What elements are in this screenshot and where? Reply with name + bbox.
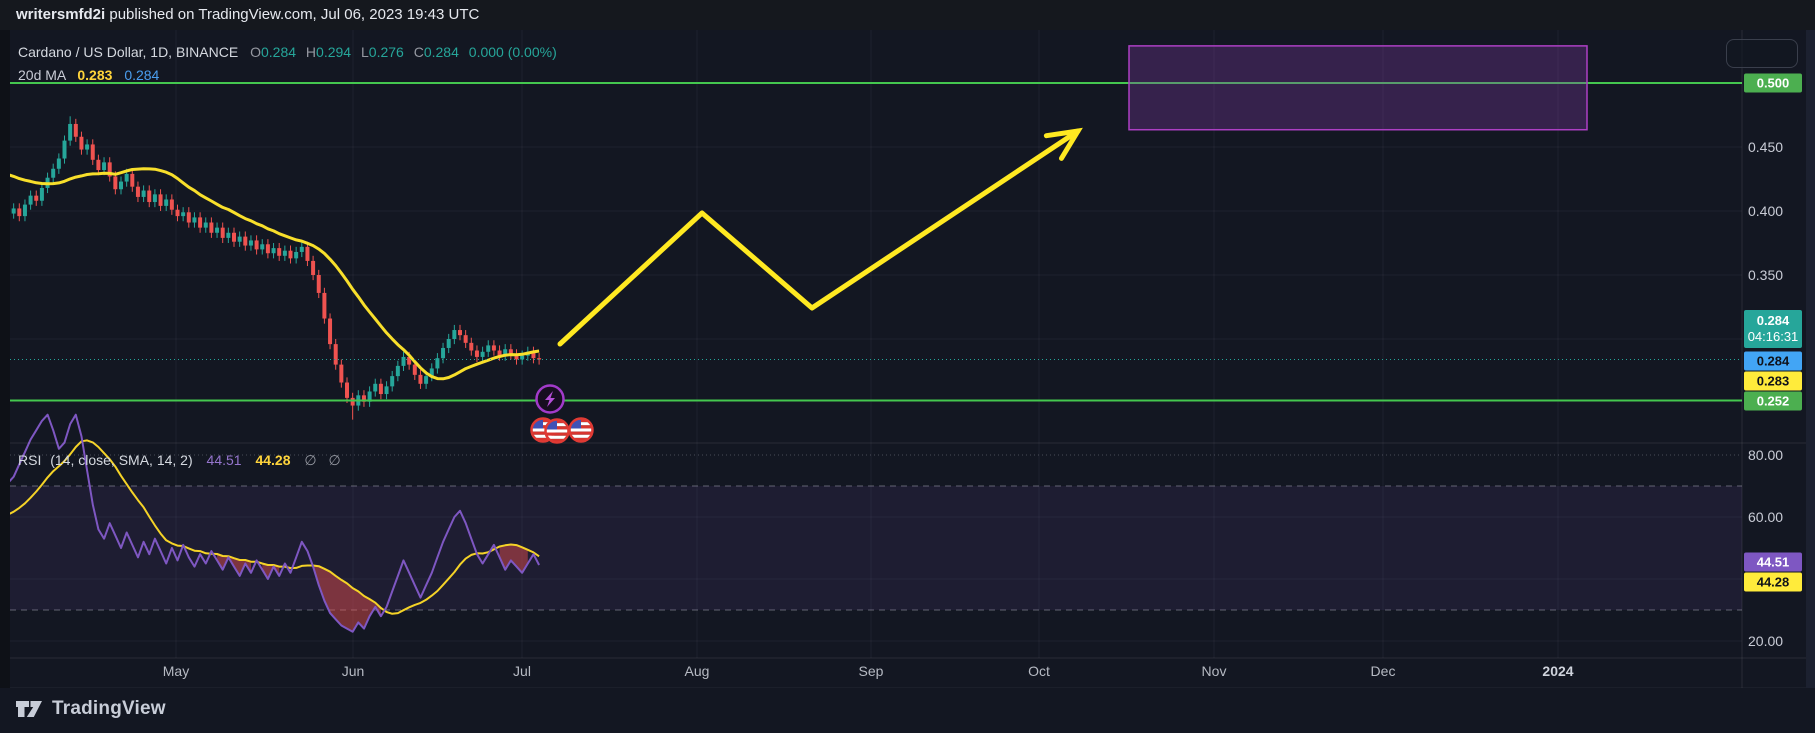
tradingview-snapshot: writersmfd2i published on TradingView.co… [0, 0, 1815, 733]
time-tick-Nov: Nov [1202, 663, 1227, 679]
price-label-0.283[interactable]: 0.283 [1744, 372, 1802, 391]
candles [6, 116, 541, 419]
rsi-empty-1: ∅ [304, 452, 316, 468]
chart-left-gutter [0, 30, 10, 688]
ma-value-1: 0.283 [77, 67, 112, 83]
close-value: 0.284 [424, 44, 459, 60]
time-tick-Jun: Jun [342, 663, 365, 679]
close-label: C [414, 44, 424, 60]
lightning-marker-icon[interactable] [537, 386, 564, 413]
rsi-legend[interactable]: RSI (14, close, SMA, 14, 2) 44.51 44.28 … [18, 452, 341, 469]
footer-bar: TradingView [0, 688, 1815, 733]
low-value: 0.276 [369, 44, 404, 60]
symbol-legend[interactable]: Cardano / US Dollar, 1D, BINANCE O0.284 … [18, 44, 557, 60]
tradingview-logo-link[interactable]: TradingView [14, 696, 166, 722]
high-label: H [306, 44, 316, 60]
price-label-0.252[interactable]: 0.252 [1744, 392, 1802, 411]
time-tick-May: May [163, 663, 189, 679]
time-tick-Jul: Jul [513, 663, 531, 679]
projection-arrow[interactable] [560, 131, 1078, 344]
low-label: L [361, 44, 369, 60]
tradingview-brand-text: TradingView [52, 698, 166, 720]
ma-label: 20d MA [18, 67, 65, 83]
countdown-timer: 04:16:31 [1748, 329, 1799, 345]
chart-canvas[interactable] [0, 0, 1815, 733]
tradingview-logo-icon [14, 696, 44, 722]
rsi-value: 44.51 [207, 452, 242, 468]
price-label-0.500[interactable]: 0.500 [1744, 74, 1802, 93]
rsi-tick-60.00: 60.00 [1748, 509, 1808, 525]
rsi-ma-value: 44.28 [255, 452, 290, 468]
price-tick-0.450: 0.450 [1748, 139, 1808, 155]
rsi-params: (14, close, SMA, 14, 2) [50, 452, 192, 468]
us-flag-marker-icon[interactable] [570, 419, 593, 442]
rsi-empty-2: ∅ [329, 452, 341, 468]
rsi-tick-80.00: 80.00 [1748, 447, 1808, 463]
price-label-44.28[interactable]: 44.28 [1744, 573, 1802, 592]
symbol-title: Cardano / US Dollar, 1D, BINANCE [18, 44, 238, 60]
rsi-tick-20.00: 20.00 [1748, 633, 1808, 649]
price-tick-0.350: 0.350 [1748, 267, 1808, 283]
time-tick-Dec: Dec [1371, 663, 1396, 679]
us-flag-marker-icon[interactable] [546, 420, 569, 443]
time-tick-2024: 2024 [1542, 663, 1573, 679]
ma-value-2: 0.284 [124, 67, 159, 83]
time-tick-Oct: Oct [1028, 663, 1050, 679]
time-tick-Sep: Sep [859, 663, 884, 679]
projection-arrow-head [1046, 131, 1078, 158]
price-tick-0.400: 0.400 [1748, 203, 1808, 219]
chart-right-strip [1806, 30, 1815, 688]
target-zone-rect[interactable] [1129, 46, 1587, 130]
time-tick-Aug: Aug [685, 663, 710, 679]
open-value: 0.284 [261, 44, 296, 60]
open-label: O [250, 44, 261, 60]
ma-legend[interactable]: 20d MA 0.283 0.284 [18, 67, 159, 83]
price-label-0.284[interactable]: 0.28404:16:31 [1744, 310, 1802, 348]
change-value: 0.000 (0.00%) [469, 44, 557, 60]
scale-header-box [1726, 39, 1798, 68]
high-value: 0.294 [316, 44, 351, 60]
ma-line[interactable] [8, 169, 539, 379]
price-label-0.284[interactable]: 0.284 [1744, 352, 1802, 371]
rsi-title: RSI [18, 452, 41, 468]
price-label-44.51[interactable]: 44.51 [1744, 553, 1802, 572]
rsi-band [10, 486, 1742, 610]
